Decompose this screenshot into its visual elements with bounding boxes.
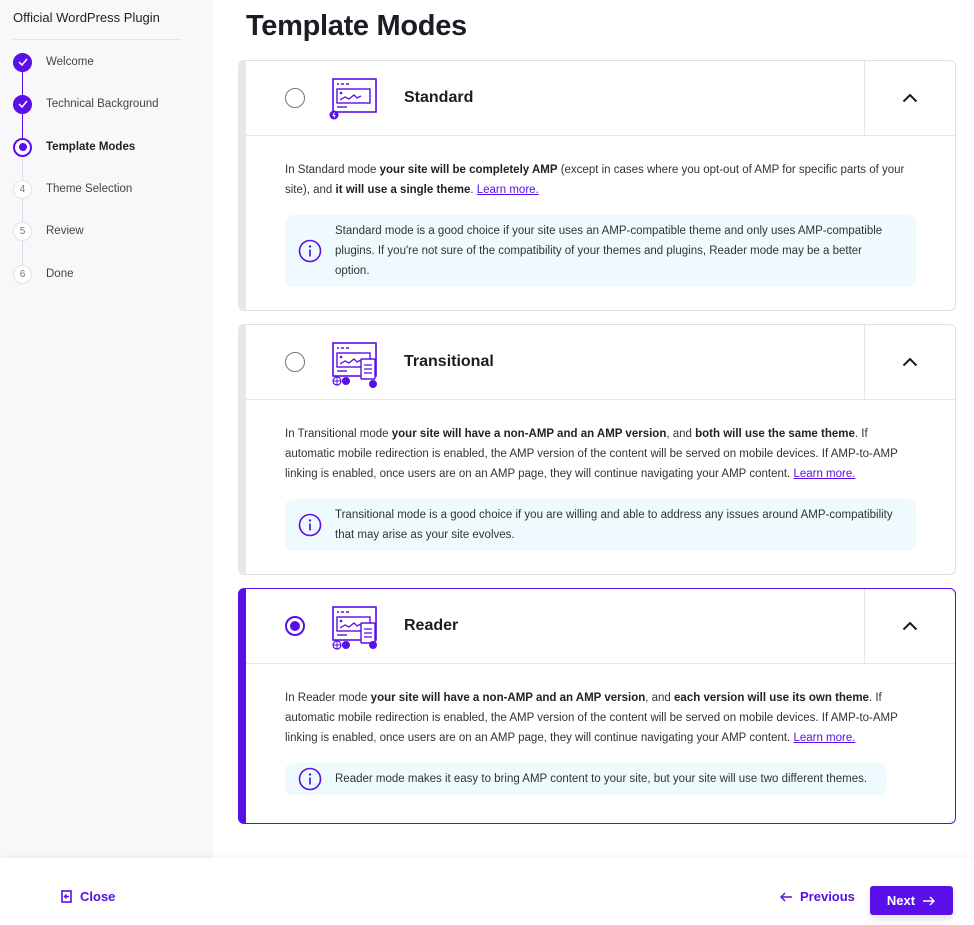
close-button[interactable]: Close xyxy=(61,889,115,904)
description-text: , and xyxy=(645,692,675,704)
step-indicator xyxy=(13,137,32,157)
collapse-toggle-button[interactable] xyxy=(864,325,955,399)
step-label: Done xyxy=(46,268,74,280)
description-text: In Transitional mode xyxy=(285,428,392,440)
sidebar-step-welcome[interactable]: Welcome xyxy=(13,52,94,72)
collapse-toggle-button[interactable] xyxy=(864,589,955,663)
mode-title: Transitional xyxy=(404,353,494,370)
emphasis-text: both will use the same theme xyxy=(695,428,855,440)
previous-button[interactable]: Previous xyxy=(779,889,855,904)
note-text: Standard mode is a good choice if your s… xyxy=(335,225,883,277)
info-note: Reader mode makes it easy to bring AMP c… xyxy=(285,763,888,795)
brand-title: Official WordPress Plugin xyxy=(13,10,160,25)
step-number: 6 xyxy=(19,268,26,280)
chevron-up-icon xyxy=(902,357,918,367)
step-indicator: 4 xyxy=(13,179,32,199)
step-indicator xyxy=(13,52,32,72)
description-text: , and xyxy=(666,428,696,440)
mode-description: In Reader mode your site will have a non… xyxy=(285,688,916,748)
step-label: Review xyxy=(46,225,84,237)
emphasis-text: your site will be completely AMP xyxy=(379,164,558,176)
step-indicator xyxy=(13,94,32,114)
step-indicator: 5 xyxy=(13,221,32,241)
transitional-radio[interactable] xyxy=(285,352,305,372)
note-text: Transitional mode is a good choice if yo… xyxy=(335,509,893,541)
sidebar-step-done[interactable]: 6 Done xyxy=(13,264,74,284)
step-label: Theme Selection xyxy=(46,183,133,195)
description-text: In Reader mode xyxy=(285,692,371,704)
check-icon xyxy=(17,58,28,66)
mode-card-transitional: Transitional In Transitional mode your s… xyxy=(238,324,956,575)
sidebar-step-template-modes[interactable]: Template Modes xyxy=(13,137,135,157)
card-header[interactable]: Reader xyxy=(246,589,955,664)
mode-title: Standard xyxy=(404,89,474,106)
step-label: Template Modes xyxy=(46,141,136,153)
info-icon xyxy=(298,239,322,263)
step-label: Technical Background xyxy=(46,98,159,110)
step-label: Welcome xyxy=(46,56,94,68)
learn-more-link[interactable]: Learn more. xyxy=(793,468,855,480)
close-label: Close xyxy=(80,889,116,904)
transitional-mode-icon xyxy=(332,342,377,388)
card-header[interactable]: Standard xyxy=(246,61,955,136)
mode-card-standard: Standard In Standard mode your site will… xyxy=(238,60,956,311)
sidebar-step-review[interactable]: 5 Review xyxy=(13,221,84,241)
next-label: Next xyxy=(886,893,916,908)
note-text: Reader mode makes it easy to bring AMP c… xyxy=(335,773,868,785)
chevron-up-icon xyxy=(902,621,918,631)
collapse-toggle-button[interactable] xyxy=(864,61,955,135)
emphasis-text: each version will use its own theme xyxy=(674,692,869,704)
sidebar-step-technical-background[interactable]: Technical Background xyxy=(13,94,159,114)
emphasis-text: your site will have a non-AMP and an AMP… xyxy=(370,692,646,704)
exit-icon xyxy=(61,890,72,903)
sidebar-step-theme-selection[interactable]: 4 Theme Selection xyxy=(13,179,132,199)
step-number: 5 xyxy=(19,225,26,237)
step-number: 4 xyxy=(19,183,26,195)
info-icon xyxy=(298,767,322,791)
standard-mode-icon xyxy=(329,78,377,120)
arrow-right-icon xyxy=(923,896,936,905)
description-text: In Standard mode xyxy=(285,164,380,176)
learn-more-link[interactable]: Learn more. xyxy=(477,184,539,196)
reader-radio[interactable] xyxy=(285,616,305,636)
reader-mode-icon xyxy=(332,606,377,650)
sidebar: Official WordPress Plugin Welcome Techni… xyxy=(0,0,213,858)
info-icon xyxy=(298,513,322,537)
footer: Close Previous Next xyxy=(0,858,974,925)
step-indicator: 6 xyxy=(13,264,32,284)
mode-card-reader: Reader In Reader mode your site will hav… xyxy=(238,588,956,824)
info-note: Transitional mode is a good choice if yo… xyxy=(285,499,916,551)
chevron-up-icon xyxy=(902,93,918,103)
arrow-left-icon xyxy=(780,892,792,901)
page-title: Template Modes xyxy=(246,10,467,42)
mode-description: In Transitional mode your site will have… xyxy=(285,424,916,484)
info-note: Standard mode is a good choice if your s… xyxy=(285,215,916,287)
emphasis-text: it will use a single theme xyxy=(335,184,471,196)
check-icon xyxy=(17,100,28,108)
next-button[interactable]: Next xyxy=(870,886,953,915)
emphasis-text: your site will have a non-AMP and an AMP… xyxy=(391,428,667,440)
divider xyxy=(13,39,181,40)
card-header[interactable]: Transitional xyxy=(246,325,955,400)
mode-title: Reader xyxy=(404,617,459,634)
standard-radio[interactable] xyxy=(285,88,305,108)
previous-label: Previous xyxy=(800,889,855,904)
mode-description: In Standard mode your site will be compl… xyxy=(285,160,916,200)
learn-more-link[interactable]: Learn more. xyxy=(793,732,855,744)
